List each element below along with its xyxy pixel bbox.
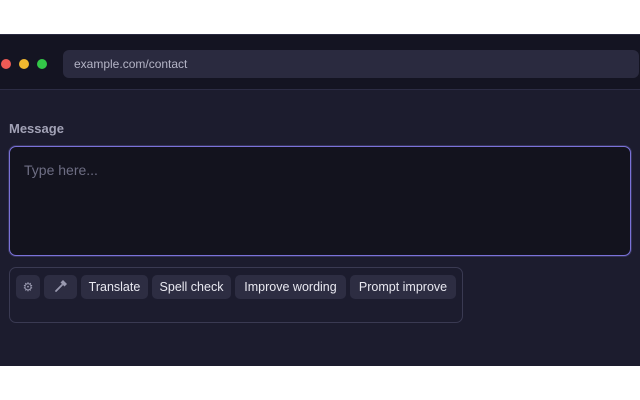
spell-check-button[interactable]: Spell check [152, 275, 231, 299]
address-bar[interactable]: example.com/contact [63, 50, 639, 78]
minimize-window-button[interactable] [19, 59, 29, 69]
improve-wording-button[interactable]: Improve wording [235, 275, 346, 299]
tools-button[interactable] [44, 275, 77, 299]
message-label: Message [9, 121, 64, 136]
close-window-button[interactable] [1, 59, 11, 69]
translate-button[interactable]: Translate [81, 275, 148, 299]
settings-button[interactable]: ⚙ [16, 275, 40, 299]
writing-assist-toolbar: ⚙ Translate Spell check Improve wording … [9, 267, 463, 323]
gear-icon: ⚙ [22, 280, 34, 294]
hammer-icon [54, 280, 68, 294]
browser-window: example.com/contact Message ⚙ Translate … [0, 34, 640, 366]
maximize-window-button[interactable] [37, 59, 47, 69]
prompt-improve-button[interactable]: Prompt improve [350, 275, 456, 299]
message-textarea[interactable] [9, 146, 631, 256]
browser-titlebar: example.com/contact [0, 34, 640, 90]
